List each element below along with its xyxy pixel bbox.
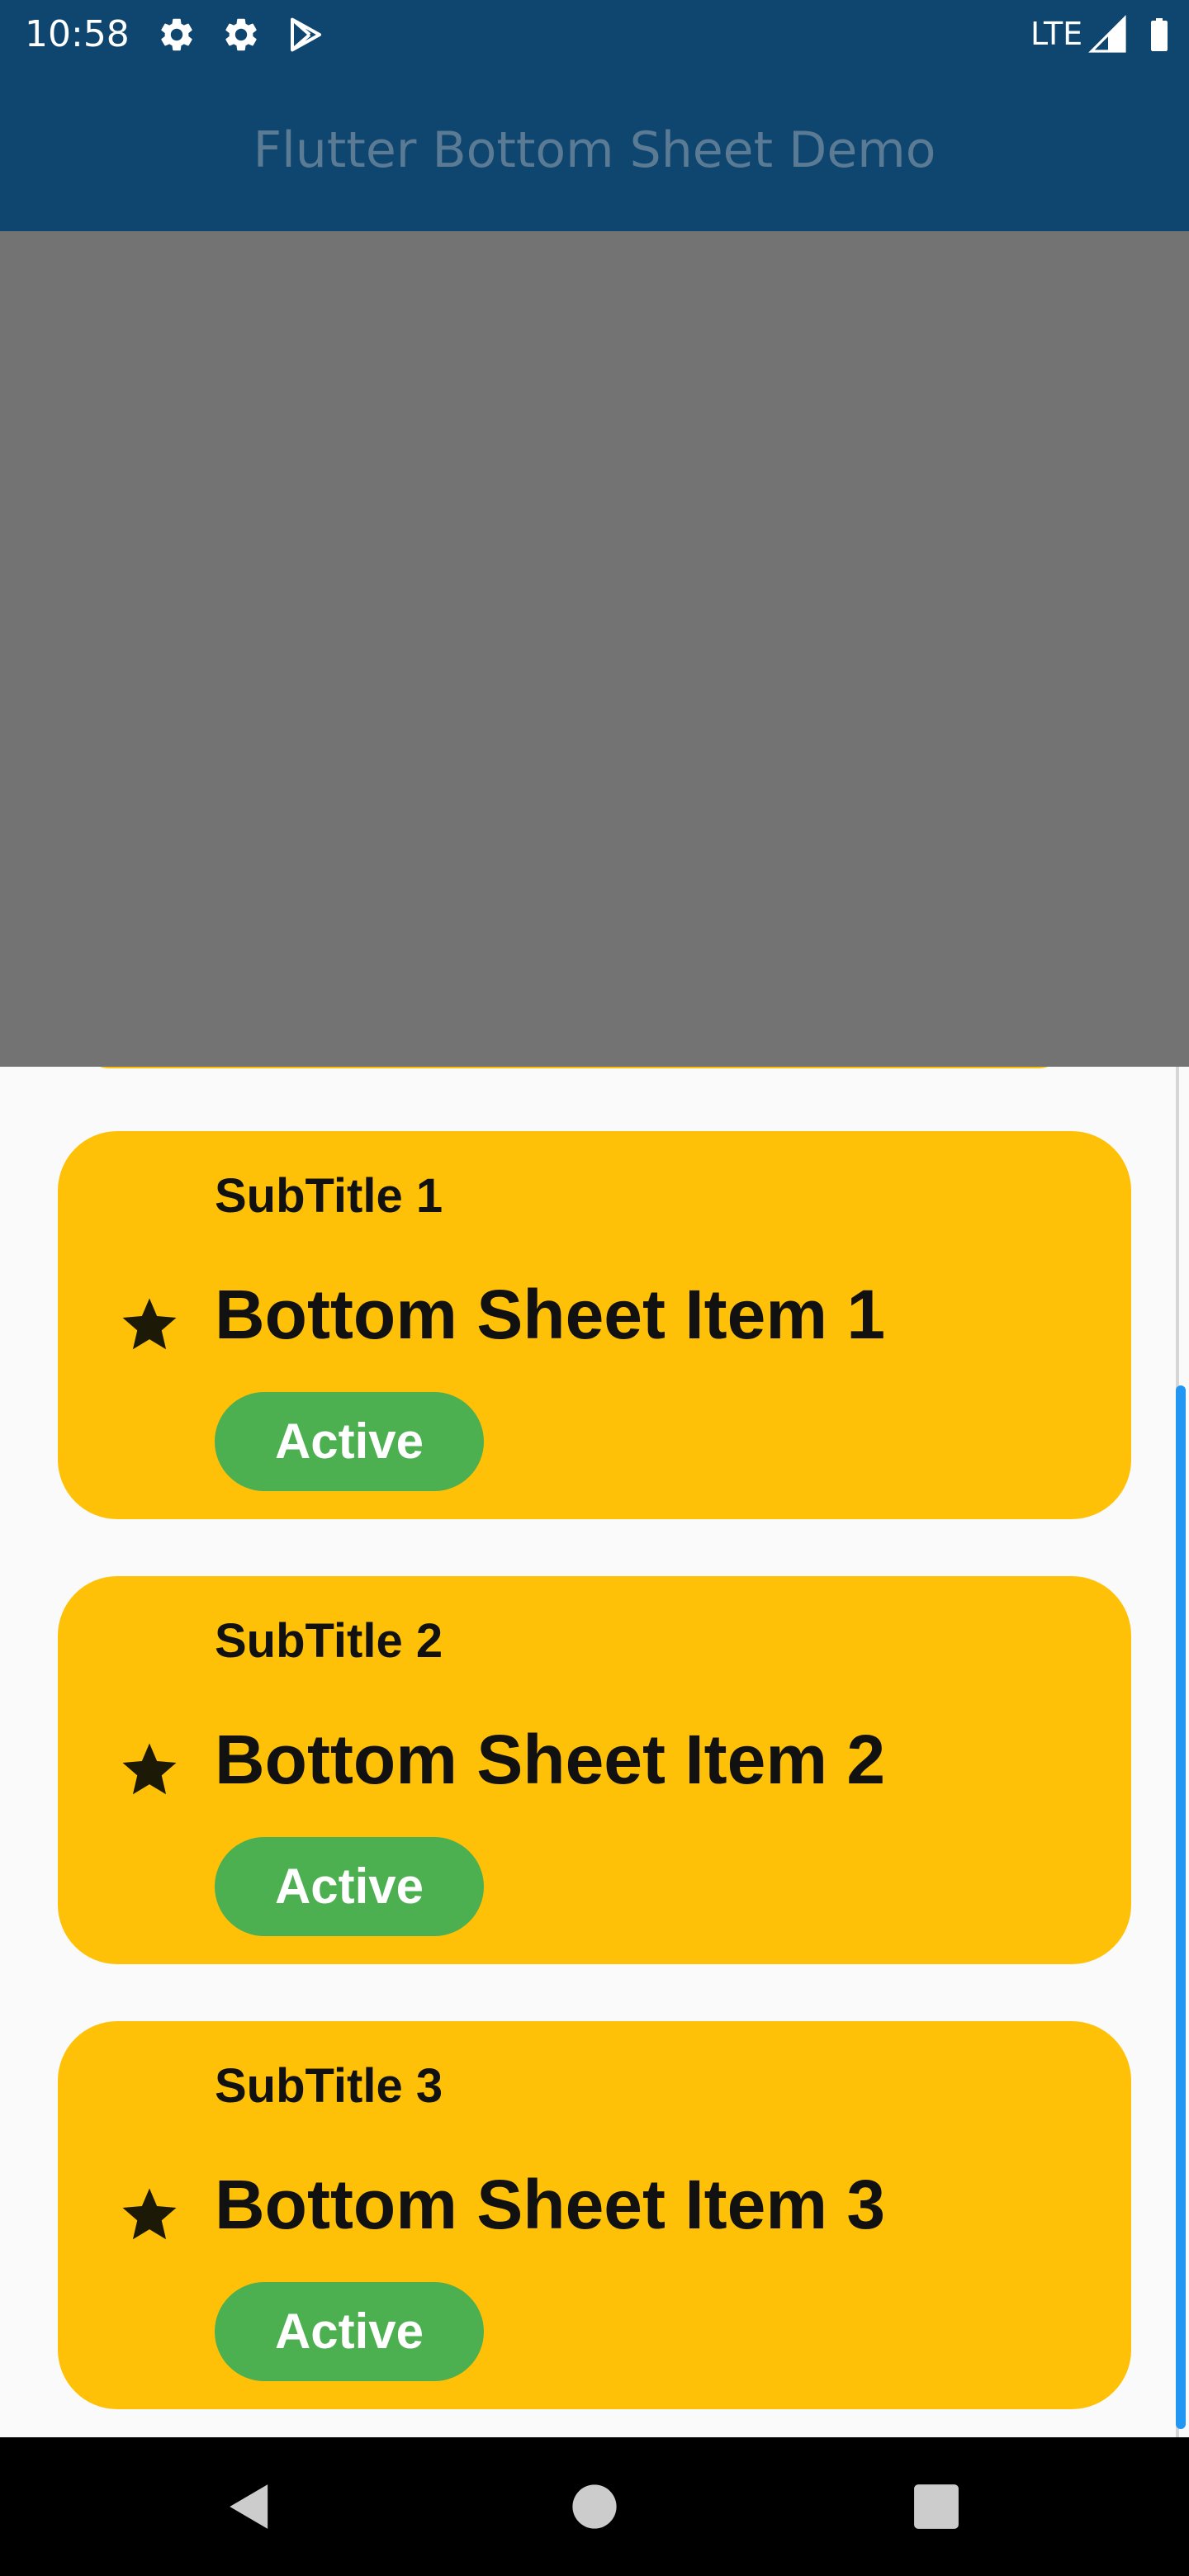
card-subtitle: SubTitle 3 (215, 2059, 443, 2113)
settings-gear-icon (221, 15, 261, 54)
bottom-sheet[interactable]: SubTitle 1 Bottom Sheet Item 1 Active Su… (0, 1067, 1189, 2437)
star-icon (117, 1293, 182, 1357)
settings-gear-icon (157, 15, 197, 54)
active-status-badge[interactable]: Active (215, 1837, 484, 1936)
card-title: Bottom Sheet Item 2 (215, 1721, 886, 1798)
card-title: Bottom Sheet Item 3 (215, 2166, 886, 2243)
play-store-icon (286, 15, 325, 54)
app-bar: Flutter Bottom Sheet Demo (0, 69, 1189, 231)
home-icon[interactable] (563, 2475, 626, 2538)
bottom-sheet-item-card[interactable]: SubTitle 2 Bottom Sheet Item 2 Active (58, 1576, 1131, 1964)
active-status-badge[interactable]: Active (215, 1392, 484, 1491)
battery-icon (1139, 15, 1179, 54)
card-subtitle: SubTitle 2 (215, 1614, 443, 1668)
star-icon (117, 1738, 182, 1802)
status-time: 10:58 (25, 13, 130, 55)
back-icon[interactable] (218, 2475, 281, 2538)
card-subtitle: SubTitle 1 (215, 1169, 443, 1223)
app-title: Flutter Bottom Sheet Demo (253, 121, 936, 179)
modal-scrim[interactable] (0, 231, 1189, 1067)
star-icon (117, 2183, 182, 2247)
card-title: Bottom Sheet Item 1 (215, 1276, 886, 1353)
cell-signal-icon (1088, 15, 1128, 54)
bottom-sheet-item-card[interactable]: SubTitle 1 Bottom Sheet Item 1 Active (58, 1131, 1131, 1519)
scrollbar-thumb[interactable] (1176, 1385, 1186, 2429)
bottom-sheet-item-card[interactable]: SubTitle 3 Bottom Sheet Item 3 Active (58, 2021, 1131, 2409)
partial-card-above (83, 1067, 1065, 1068)
status-bar: 10:58 LTE (0, 0, 1189, 69)
recents-icon[interactable] (905, 2475, 968, 2538)
network-type-label: LTE (1030, 16, 1083, 52)
active-status-badge[interactable]: Active (215, 2282, 484, 2381)
system-nav-bar (0, 2437, 1189, 2576)
